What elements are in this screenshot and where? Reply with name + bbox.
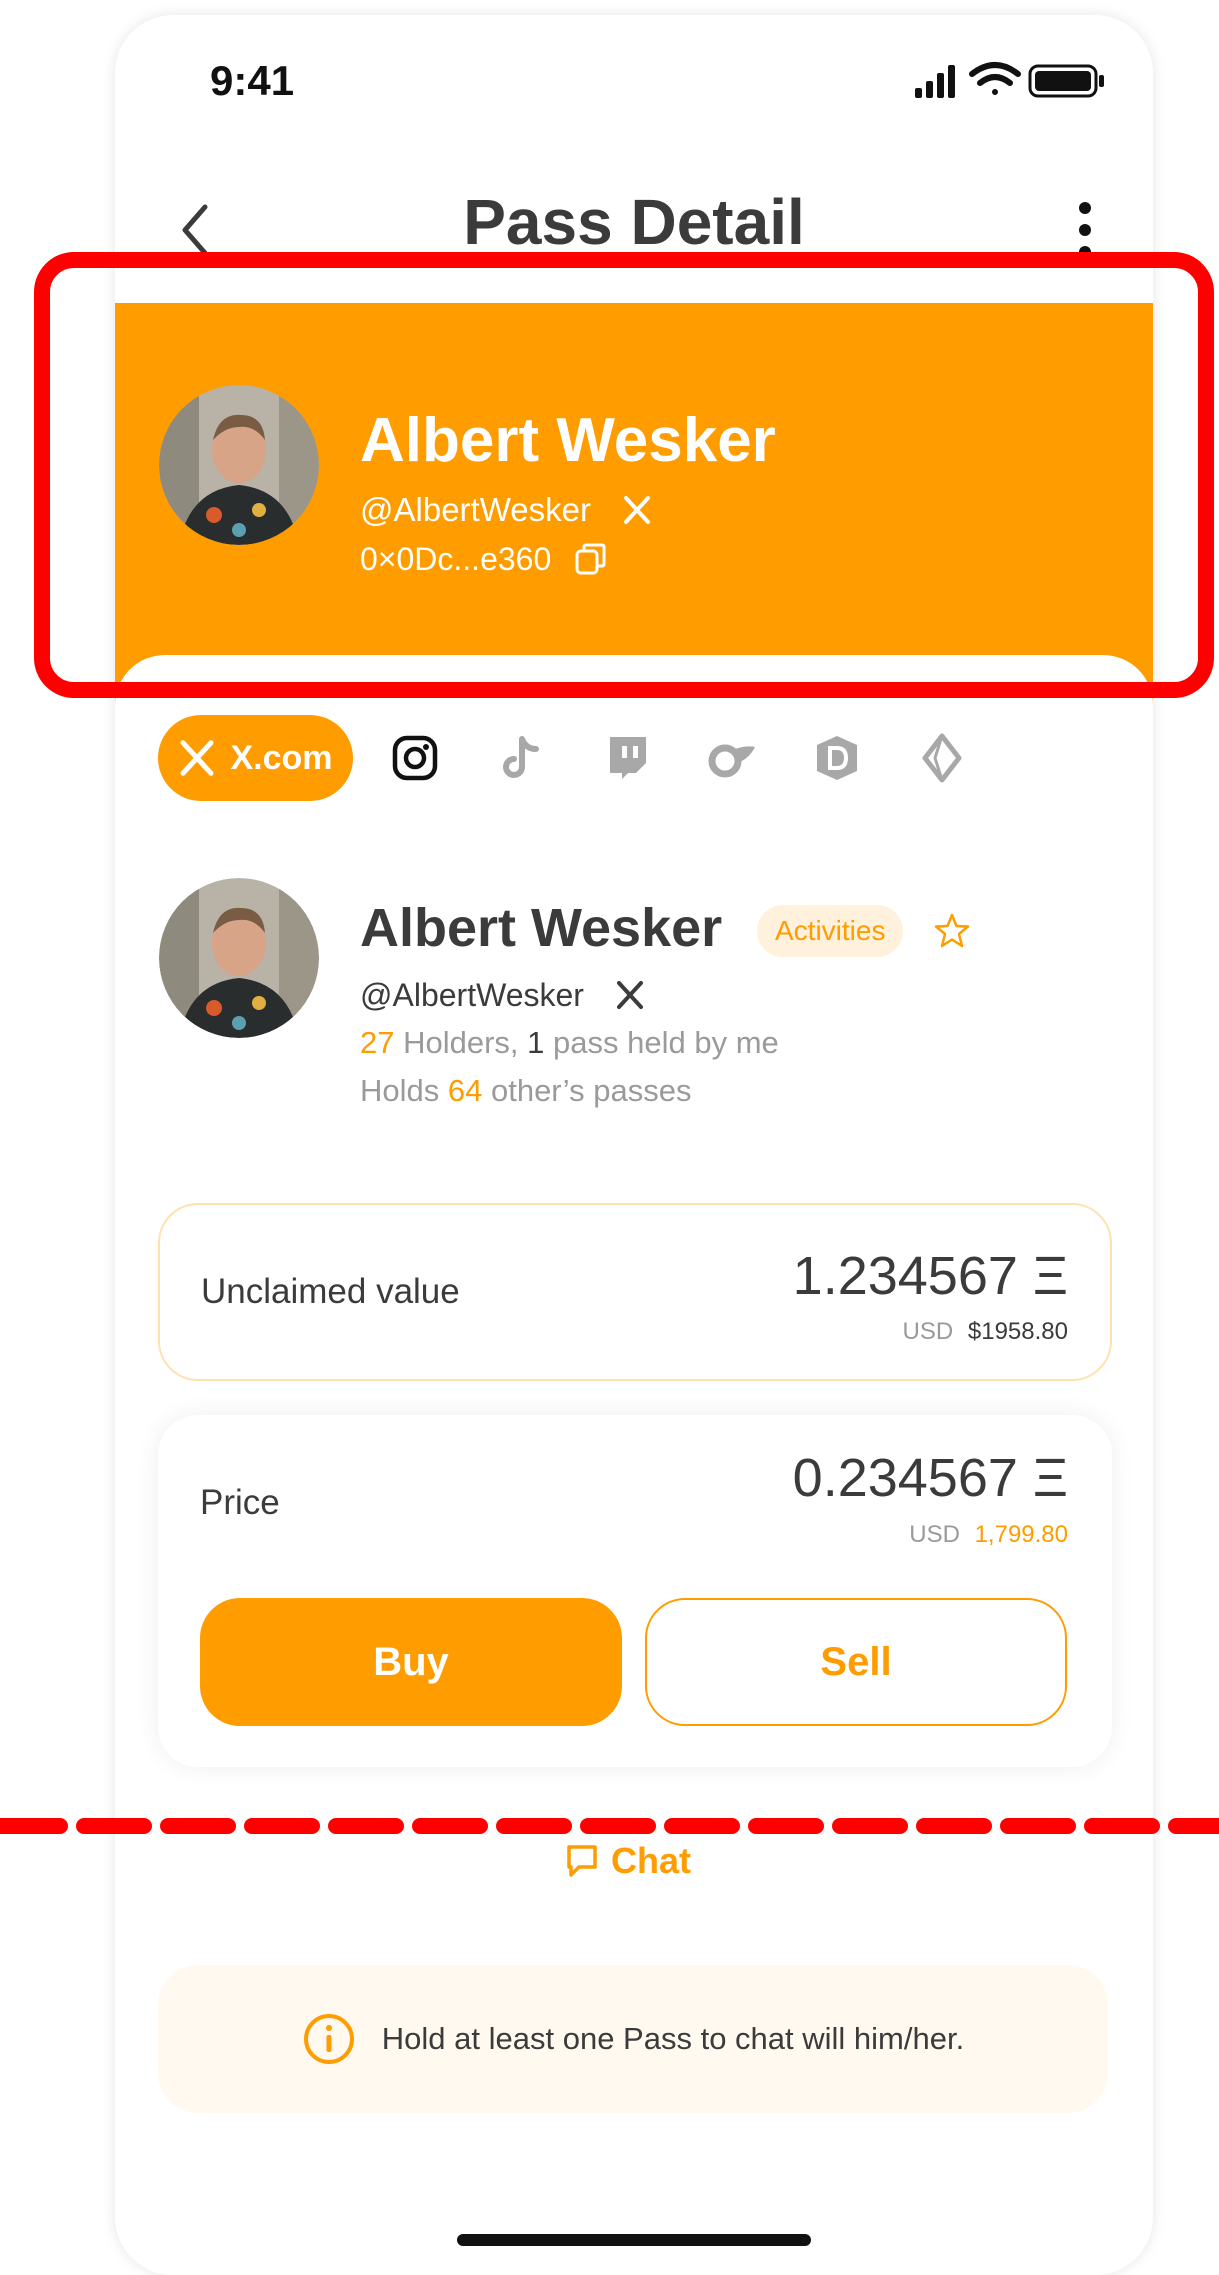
vertical-dots-icon xyxy=(1079,202,1091,258)
activities-badge[interactable]: Activities xyxy=(757,905,904,957)
profile-handle: @AlbertWesker xyxy=(360,977,584,1013)
status-icons xyxy=(915,62,1104,98)
price-usd-value: 1,799.80 xyxy=(974,1521,1068,1548)
unclaimed-value-card: Unclaimed value 1.234567 Ξ USD $1958.80 xyxy=(158,1203,1112,1381)
annotation-dashed-line xyxy=(0,1818,1219,1834)
buy-button[interactable]: Buy xyxy=(200,1598,622,1726)
signal-icon xyxy=(915,65,955,98)
held-count: 1 xyxy=(527,1025,545,1060)
home-indicator xyxy=(457,2234,811,2246)
profile-handle-row: @AlbertWesker xyxy=(360,977,645,1014)
price-usd-row: USD 1,799.80 xyxy=(909,1521,1068,1549)
holds-summary: Holds 64 other’s passes xyxy=(360,1073,691,1109)
page-title: Pass Detail xyxy=(463,186,805,258)
chat-link[interactable]: Chat xyxy=(565,1840,691,1882)
d-badge-icon[interactable] xyxy=(812,733,862,783)
price-label: Price xyxy=(200,1483,280,1522)
annotation-highlight-box xyxy=(34,252,1214,698)
onlyfans-icon[interactable] xyxy=(707,733,757,783)
holds-count: 64 xyxy=(447,1073,483,1108)
wifi-icon xyxy=(969,62,1021,95)
diamond-icon[interactable] xyxy=(917,733,967,783)
star-icon[interactable] xyxy=(933,912,971,950)
unclaimed-usd-value: $1958.80 xyxy=(967,1318,1068,1345)
instagram-icon[interactable] xyxy=(390,733,440,783)
profile-avatar xyxy=(159,878,319,1038)
chat-label: Chat xyxy=(611,1840,691,1881)
profile-name: Albert Wesker xyxy=(360,898,723,958)
unclaimed-usd-row: USD $1958.80 xyxy=(903,1318,1068,1346)
holds-suffix: other’s passes xyxy=(482,1073,692,1108)
x-icon[interactable] xyxy=(615,980,645,1010)
info-icon xyxy=(303,2014,354,2064)
twitch-icon[interactable] xyxy=(602,733,652,783)
info-text: Hold at least one Pass to chat will him/… xyxy=(381,2021,965,2056)
platform-tab-x[interactable]: X.com xyxy=(158,715,353,801)
holders-summary: 27 Holders, 1 pass held by me xyxy=(360,1025,779,1061)
status-time: 9:41 xyxy=(210,57,295,104)
price-eth-value: 0.234567 Ξ xyxy=(792,1448,1068,1508)
info-notice: Hold at least one Pass to chat will him/… xyxy=(158,1965,1108,2113)
x-icon xyxy=(181,740,214,776)
unclaimed-eth-value: 1.234567 Ξ xyxy=(792,1246,1068,1306)
battery-icon xyxy=(1028,64,1104,98)
holders-count: 27 xyxy=(360,1025,395,1060)
unclaimed-label: Unclaimed value xyxy=(201,1272,460,1311)
platform-tab-label: X.com xyxy=(230,738,333,777)
holds-prefix: Holds xyxy=(360,1073,448,1108)
holders-text: Holders, xyxy=(394,1025,528,1060)
chat-bubble-icon xyxy=(567,1845,597,1877)
held-text: pass held by me xyxy=(544,1025,779,1060)
usd-label: USD xyxy=(902,1318,954,1345)
usd-label: USD xyxy=(909,1521,960,1548)
sell-button[interactable]: Sell xyxy=(645,1598,1067,1726)
tiktok-icon[interactable] xyxy=(496,733,546,783)
